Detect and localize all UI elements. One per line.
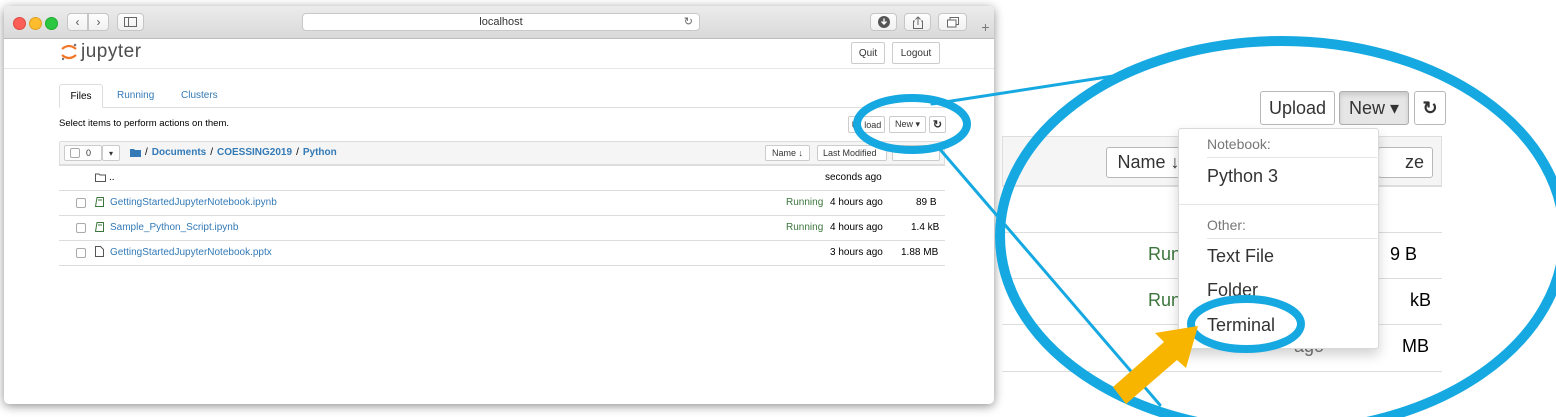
tab-files[interactable]: Files [59,84,103,108]
callout-connector-bottom [936,145,1162,407]
new-button-highlight-ring [853,94,971,154]
zoom-circle-outline [995,36,1556,417]
terminal-highlight-ring [1187,295,1305,353]
annotation-overlay [853,36,1556,417]
